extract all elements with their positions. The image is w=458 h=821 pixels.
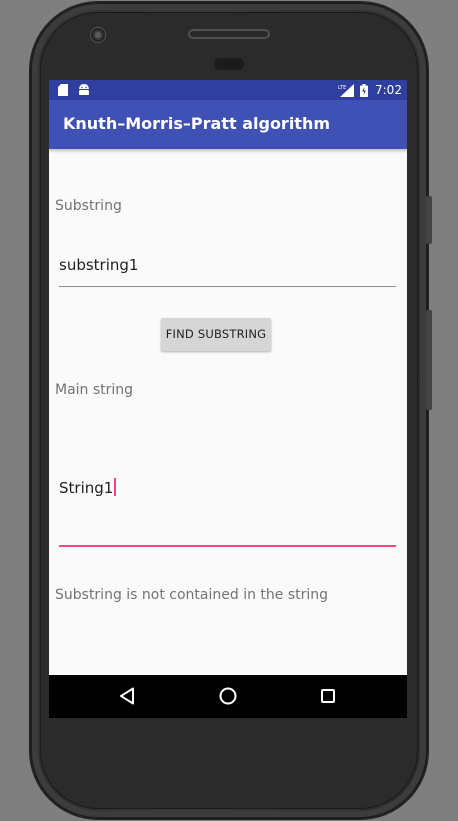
- home-icon[interactable]: [219, 687, 237, 705]
- find-substring-button[interactable]: FIND SUBSTRING: [161, 318, 271, 351]
- main-string-input[interactable]: String1: [59, 475, 396, 547]
- recents-icon[interactable]: [321, 689, 335, 703]
- status-time: 7:02: [375, 83, 402, 97]
- main-string-input-text: String1: [59, 479, 114, 497]
- app-bar: Knuth–Morris–Pratt algorithm: [49, 100, 407, 149]
- earpiece-speaker: [188, 29, 270, 39]
- substring-input[interactable]: substring1: [59, 252, 396, 287]
- navigation-bar: [49, 675, 407, 718]
- sd-card-icon: [58, 84, 68, 96]
- status-bar: LTE 7:02: [49, 80, 407, 100]
- svg-text:LTE: LTE: [338, 85, 346, 91]
- substring-input-text: substring1: [59, 256, 139, 274]
- proximity-sensor: [214, 58, 244, 70]
- front-camera: [91, 28, 105, 42]
- battery-icon: [360, 84, 368, 97]
- volume-rocker: [426, 310, 432, 410]
- main-string-label: Main string: [55, 382, 134, 398]
- app-title: Knuth–Morris–Pratt algorithm: [63, 114, 331, 133]
- back-icon[interactable]: [119, 687, 135, 705]
- result-text: Substring is not contained in the string: [55, 587, 329, 603]
- android-icon: [79, 84, 89, 95]
- app-screen: LTE 7:02 Knuth–Morris–Pratt algorithm Su…: [49, 80, 407, 718]
- power-button: [426, 196, 432, 244]
- substring-label: Substring: [55, 198, 122, 214]
- text-cursor: [114, 478, 117, 496]
- signal-lte-icon: LTE: [338, 84, 354, 97]
